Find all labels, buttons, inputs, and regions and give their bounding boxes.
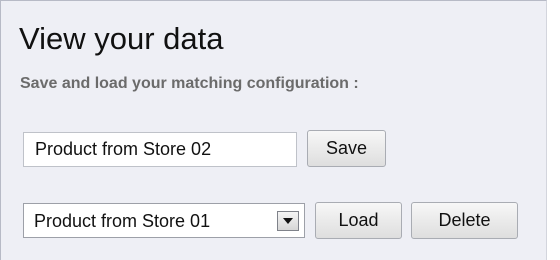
view-data-panel: View your data Save and load your matchi… bbox=[0, 0, 547, 260]
configuration-name-input[interactable] bbox=[23, 132, 297, 167]
save-button[interactable]: Save bbox=[307, 130, 386, 167]
delete-button[interactable]: Delete bbox=[411, 202, 518, 239]
page-subtitle: Save and load your matching configuratio… bbox=[20, 75, 359, 92]
chevron-down-icon bbox=[283, 218, 293, 224]
dropdown-arrow-button[interactable] bbox=[277, 211, 299, 231]
load-button[interactable]: Load bbox=[315, 202, 402, 239]
selected-configuration: Product from Store 01 bbox=[34, 211, 211, 231]
configuration-select[interactable]: Product from Store 01 bbox=[23, 203, 305, 238]
page-title: View your data bbox=[19, 21, 224, 56]
